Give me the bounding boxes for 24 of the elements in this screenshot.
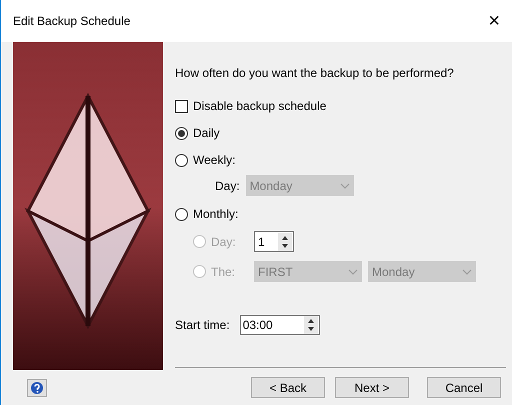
radio-button[interactable] — [175, 126, 188, 140]
radio-label: The: — [211, 264, 236, 280]
checkbox-label: Disable backup schedule — [193, 98, 326, 115]
wizard-button[interactable]: < Back — [251, 377, 325, 398]
wizard-button[interactable]: Next > — [335, 377, 409, 398]
spinner-arrows-icon[interactable] — [304, 316, 318, 334]
window-title: Edit Backup Schedule — [13, 13, 130, 30]
question-text: How often do you want the backup to be performed? — [175, 65, 455, 82]
spinner-arrows-icon[interactable] — [278, 232, 292, 250]
caret-icon — [340, 182, 350, 188]
day-label: Day: — [215, 178, 240, 194]
close-button[interactable]: × — [488, 11, 500, 31]
radio-label: Weekly: — [193, 152, 236, 169]
caret-icon — [348, 268, 358, 274]
radio-label: Monthly: — [193, 206, 238, 223]
start-time-label: Start time: — [175, 317, 230, 334]
caret-icon — [462, 268, 472, 274]
checkbox[interactable] — [175, 100, 188, 112]
help-icon[interactable] — [27, 378, 47, 396]
wizard-button[interactable]: Cancel — [427, 377, 501, 398]
time-field[interactable]: 03:00 — [240, 315, 320, 335]
radio-label: Day: — [211, 234, 237, 250]
radio-button[interactable] — [175, 208, 188, 220]
radio-label: Daily — [193, 125, 220, 142]
